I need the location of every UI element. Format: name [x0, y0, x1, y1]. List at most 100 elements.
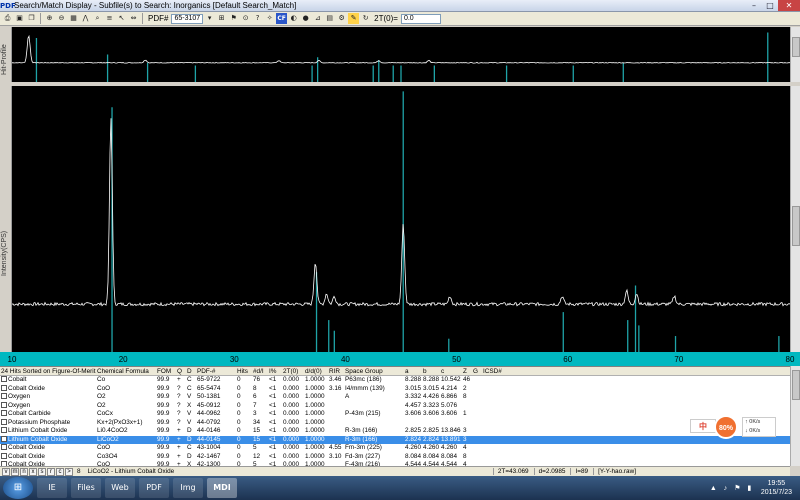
column-header[interactable]: 2T(0)	[282, 367, 304, 375]
battery-icon[interactable]: ▮	[745, 484, 754, 493]
contrast-icon[interactable]: ◐	[288, 13, 299, 24]
column-header[interactable]: ICSD#	[482, 367, 512, 375]
column-header[interactable]: Q	[176, 367, 186, 375]
grid-icon[interactable]: ▦	[68, 13, 79, 24]
taskbar-app[interactable]: PDF	[139, 478, 169, 498]
filter-button[interactable]: m	[11, 467, 19, 476]
highlight-icon[interactable]: ✎	[348, 13, 360, 24]
column-header[interactable]: D	[186, 367, 196, 375]
table-row[interactable]: Oxygen O2 99.9? X 45-0912 0 7 <1 0.000 1.0000 4.45…	[0, 402, 790, 411]
table-row[interactable]: Potassium Phosphate Kx+2(PxO3x+1) 99.9? V 44…	[0, 419, 790, 428]
row-checkbox[interactable]	[1, 393, 7, 400]
refresh-icon[interactable]: ↻	[360, 13, 371, 24]
flag-icon[interactable]: ⚑	[228, 13, 239, 24]
column-header[interactable]: Z	[462, 367, 472, 375]
row-checkbox[interactable]	[1, 401, 7, 408]
filter-button[interactable]: v	[2, 467, 10, 476]
ruler-icon[interactable]: ⇔	[128, 13, 139, 24]
main-scrollbar[interactable]	[790, 86, 800, 352]
list-icon[interactable]: ≡	[104, 13, 115, 24]
taskbar-app[interactable]: IE	[37, 478, 67, 498]
table-row[interactable]: Cobalt Oxide Co3O4 99.9 + D 42-1467 0 12 <1 0.000…	[0, 453, 790, 462]
table-row[interactable]: Lithium Cobalt Oxide LiCoO2 99.9 + D 44-0145 0…	[0, 435, 790, 444]
results-scroll-thumb[interactable]	[792, 370, 800, 400]
filter-button[interactable]: n	[20, 467, 28, 476]
table-row[interactable]: Cobalt Oxide CoO 99.9? C 65-5474 0 8 <1 0.000 1.0…	[0, 385, 790, 394]
star-icon[interactable]: ✧	[264, 13, 275, 24]
chevron-down-icon[interactable]: ▾	[204, 13, 215, 24]
main-pattern-plot[interactable]	[11, 86, 791, 352]
print-icon[interactable]: ⎙	[2, 13, 13, 24]
column-header[interactable]: #d/I	[252, 367, 268, 375]
row-checkbox[interactable]	[1, 452, 7, 459]
help-icon[interactable]: ?	[252, 13, 263, 24]
filter-button[interactable]: >	[65, 467, 73, 476]
search-icon[interactable]: ⌕	[92, 13, 103, 24]
hit-profile-scrollbar[interactable]	[790, 27, 800, 82]
network-icon[interactable]: ▲	[709, 484, 718, 493]
tools-icon[interactable]: ⚙	[336, 13, 347, 24]
table-row[interactable]: Cobalt Co 99.9 + C 65-9722 0 76 <1 0.000 1.0000 3.4…	[0, 376, 790, 385]
column-header[interactable]: b	[422, 367, 440, 375]
volume-icon[interactable]: ♪	[721, 484, 730, 493]
column-header[interactable]: Hits	[236, 367, 252, 375]
minimize-button[interactable]: –	[746, 0, 762, 11]
ime-indicator[interactable]: 中	[690, 419, 716, 433]
filter-button[interactable]: r	[47, 467, 55, 476]
column-header[interactable]: FOM	[156, 367, 176, 375]
row-checkbox[interactable]	[1, 435, 7, 442]
peak-icon[interactable]: ⋀	[80, 13, 91, 24]
theta-input[interactable]: 0.0	[400, 13, 441, 24]
row-checkbox[interactable]	[1, 384, 7, 391]
cf-button[interactable]: CF	[276, 13, 288, 24]
filter-button[interactable]: s	[38, 467, 46, 476]
column-header[interactable]: d/d(0)	[304, 367, 328, 375]
save-icon[interactable]: ▣	[14, 13, 25, 24]
floating-widget[interactable]: 中 80% ↑ 0K/s ↓ 0K/s	[690, 415, 780, 439]
hit-profile-scroll-thumb[interactable]	[792, 37, 800, 57]
taskbar-app[interactable]: MDI	[207, 478, 237, 498]
row-checkbox[interactable]	[1, 376, 7, 383]
row-checkbox[interactable]	[1, 427, 7, 434]
filter-button[interactable]: c	[56, 467, 64, 476]
table-row[interactable]: Cobalt Carbide CoCx 99.9? V 44-0962 0 3 <1 0.000…	[0, 410, 790, 419]
pdf-number-select[interactable]: 65-3107	[171, 13, 204, 24]
filter-count[interactable]: 8	[74, 468, 84, 475]
overlay-icon[interactable]: ⊞	[216, 13, 227, 24]
close-button[interactable]: ✕	[778, 0, 800, 11]
clock[interactable]: 19:55 2015/7/23	[757, 479, 796, 497]
main-scroll-thumb[interactable]	[792, 206, 800, 246]
column-header[interactable]: RIR	[328, 367, 344, 375]
row-checkbox[interactable]	[1, 410, 7, 417]
zoom-in-icon[interactable]: ⊕	[44, 13, 55, 24]
taskbar-app[interactable]: Files	[71, 478, 101, 498]
two-theta-axis[interactable]: 10 20 30 40 50 60 70 80	[0, 352, 800, 366]
start-button[interactable]: ⊞	[3, 477, 33, 499]
record-icon[interactable]: ●	[300, 13, 311, 24]
table-row[interactable]: Lithium Cobalt Oxide Li0.4CoO2 99.9 + D 44-01…	[0, 427, 790, 436]
copy-icon[interactable]: ❐	[26, 13, 37, 24]
performance-gauge[interactable]: 80%	[714, 415, 738, 439]
hit-profile-plot[interactable]	[11, 27, 791, 82]
lock-icon[interactable]: ⊙	[240, 13, 251, 24]
row-checkbox[interactable]	[1, 444, 7, 451]
zoom-out-icon[interactable]: ⊖	[56, 13, 67, 24]
column-header[interactable]: c	[440, 367, 462, 375]
taskbar-app[interactable]: Web	[105, 478, 135, 498]
column-header[interactable]: I%	[268, 367, 282, 375]
maximize-button[interactable]: □	[762, 0, 778, 11]
table-row[interactable]: Cobalt Oxide CoO 99.9 + C 43-1004 0 5 <1 0.000 1.0…	[0, 444, 790, 453]
column-header[interactable]: a	[404, 367, 422, 375]
results-scrollbar[interactable]	[790, 366, 800, 466]
row-checkbox[interactable]	[1, 418, 7, 425]
column-header[interactable]: G	[472, 367, 482, 375]
cursor-icon[interactable]: ↖	[116, 13, 127, 24]
table-icon[interactable]: ▤	[324, 13, 335, 24]
taskbar-app[interactable]: Img	[173, 478, 203, 498]
column-header[interactable]: Chemical Formula	[96, 367, 156, 375]
column-header[interactable]: Space Group	[344, 367, 404, 375]
filter-button[interactable]: x	[29, 467, 37, 476]
column-header[interactable]: PDF-#	[196, 367, 236, 375]
chart-icon[interactable]: ⊿	[312, 13, 323, 24]
table-row[interactable]: Oxygen O2 99.9? V 50-1381 0 6 <1 0.000 1.0000 A 3.3…	[0, 393, 790, 402]
